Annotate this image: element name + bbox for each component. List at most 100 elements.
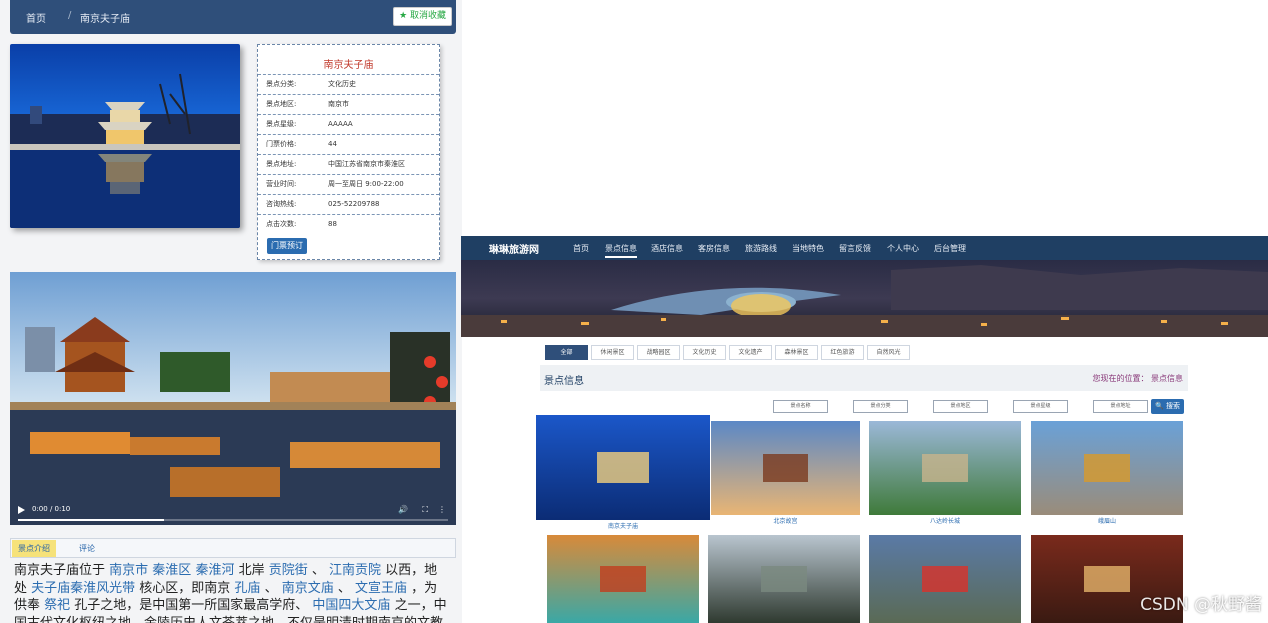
intro-text: 核心区，即南京 [135, 580, 235, 596]
intro-link[interactable]: 贡院街 [269, 563, 308, 578]
search-button[interactable]: 🔍 搜索 [1151, 399, 1184, 414]
search-input[interactable]: 景点名称 [773, 400, 828, 413]
intro-link[interactable]: 中国四大文庙 [312, 598, 390, 613]
intro-text: 南京夫子庙位于 [14, 563, 110, 578]
play-icon[interactable] [18, 506, 25, 514]
filter-button[interactable]: 文化遗产 [729, 345, 772, 360]
unfavorite-button[interactable]: ★ 取消收藏 [393, 7, 452, 26]
intro-link[interactable]: 秦淮河 [195, 563, 234, 578]
attraction-card-label[interactable]: 峨眉山 [1031, 516, 1183, 525]
info-value: 44 [328, 140, 337, 148]
intro-text: 、 [307, 563, 330, 578]
intro-link[interactable]: 南京市 [109, 563, 148, 578]
info-row: 点击次数: 88 [258, 214, 439, 234]
info-row: 营业时间: 周一至周日 9:00-22:00 [258, 174, 439, 194]
attraction-card[interactable] [869, 421, 1021, 515]
intro-link[interactable]: 文宣王庙 [355, 581, 407, 596]
section-title: 景点信息 [544, 376, 584, 387]
intro-link[interactable]: 秦淮区 [152, 563, 191, 578]
info-key: 景点地区: [266, 100, 297, 108]
video-progress-bar[interactable] [18, 519, 448, 521]
book-ticket-button[interactable]: 门票预订 [267, 238, 307, 254]
search-input[interactable]: 景点地区 [933, 400, 988, 413]
info-row: 景点分类: 文化历史 [258, 74, 439, 94]
nav-item[interactable]: 个人中心 [887, 243, 919, 254]
intro-text: 孔子之地，是中国第一所国家最高学府、 [70, 598, 313, 613]
nav-item[interactable]: 客房信息 [698, 243, 730, 254]
intro-link[interactable]: 夫子庙秦淮风光带 [31, 581, 135, 596]
info-value: 中国江苏省南京市秦淮区 [328, 160, 405, 168]
filter-button[interactable]: 文化历史 [683, 345, 726, 360]
attraction-card[interactable] [869, 535, 1021, 623]
filter-button[interactable]: 休闲景区 [591, 345, 634, 360]
breadcrumb-home[interactable]: 首页 [26, 10, 46, 25]
info-key: 景点地址: [266, 160, 297, 168]
current-location: 您现在的位置： 景点信息 [1092, 374, 1183, 383]
attraction-photo [10, 44, 240, 228]
city-banner [461, 260, 1268, 337]
attraction-card-label[interactable]: 八达岭长城 [869, 516, 1021, 525]
attraction-card[interactable] [711, 421, 860, 515]
info-value: 南京市 [328, 100, 349, 108]
fullscreen-icon[interactable]: ⛶ [422, 505, 428, 515]
video-player[interactable]: 0:00 / 0:10 🔊 ⛶ ⋮ [10, 272, 456, 525]
info-key: 咨询热线: [266, 200, 297, 208]
section-header: 景点信息 您现在的位置： 景点信息 [540, 365, 1188, 391]
nav-item[interactable]: 后台管理 [934, 243, 966, 254]
info-value: 88 [328, 220, 337, 228]
info-row: 景点星级: AAAAA [258, 114, 439, 134]
nav-item[interactable]: 当地特色 [792, 243, 824, 254]
nav-item[interactable]: 酒店信息 [651, 243, 683, 254]
info-row: 门票价格: 44 [258, 134, 439, 154]
volume-icon[interactable]: 🔊 [398, 505, 408, 514]
more-options-icon[interactable]: ⋮ [438, 505, 446, 514]
filter-button[interactable]: 森林景区 [775, 345, 818, 360]
info-value: AAAAA [328, 120, 353, 128]
video-time: 0:00 / 0:10 [32, 505, 71, 513]
detail-page: 首页 / 南京夫子庙 ★ 取消收藏 南京夫子庙 景点分类: 文化历史 景点地区:… [0, 0, 462, 623]
info-value: 025-52209788 [328, 200, 380, 208]
search-input[interactable]: 景点地址 [1093, 400, 1148, 413]
attraction-card[interactable] [708, 535, 860, 623]
attraction-introduction: 南京夫子庙位于 南京市 秦淮区 秦淮河 北岸 贡院街 、 江南贡院 以西，地处 … [14, 562, 448, 623]
filter-button[interactable]: 全部 [545, 345, 588, 360]
intro-text: 、 [260, 580, 282, 596]
attraction-card[interactable] [1031, 421, 1183, 515]
intro-link[interactable]: 祭祀 [44, 598, 70, 613]
info-key: 营业时间: [266, 180, 297, 188]
filter-button[interactable]: 战略园区 [637, 345, 680, 360]
intro-link[interactable]: 江南贡院 [329, 563, 381, 578]
info-key: 景点星级: [266, 120, 297, 128]
nav-item[interactable]: 旅游路线 [745, 243, 777, 254]
breadcrumb-separator: / [68, 10, 72, 21]
detail-tabs: 景点介绍 评论 [10, 538, 456, 558]
attraction-info-panel: 南京夫子庙 景点分类: 文化历史景点地区: 南京市景点星级: AAAAA 门票价格: 44… [257, 44, 440, 260]
intro-text: 、 [333, 580, 355, 596]
tab-introduction[interactable]: 景点介绍 [12, 540, 56, 557]
attraction-card[interactable] [547, 535, 699, 623]
info-value: 文化历史 [328, 80, 356, 88]
attraction-card-label[interactable]: 北京故宫 [711, 516, 860, 525]
info-title: 南京夫子庙 [323, 60, 374, 71]
info-row: 景点地址: 中国江苏省南京市秦淮区 [258, 154, 439, 174]
search-input[interactable]: 景点星级 [1013, 400, 1068, 413]
info-row: 景点地区: 南京市 [258, 94, 439, 114]
site-navbar: 琳琳旅游网 首页 景点信息 酒店信息 客房信息 旅游路线 当地特色 留言反馈 个人中心 后台管理 [461, 236, 1268, 260]
intro-link[interactable]: 南京文庙 [282, 581, 334, 596]
attraction-card-label[interactable]: 南京夫子庙 [536, 521, 710, 530]
tab-comments[interactable]: 评论 [73, 540, 101, 557]
filter-button[interactable]: 红色旅游 [821, 345, 864, 360]
video-controls: 0:00 / 0:10 🔊 ⛶ ⋮ [10, 499, 456, 525]
search-input[interactable]: 景点分类 [853, 400, 908, 413]
info-key: 点击次数: [266, 220, 297, 228]
breadcrumb-current: 南京夫子庙 [80, 14, 130, 25]
nav-item[interactable]: 首页 [573, 243, 589, 254]
nav-item[interactable]: 留言反馈 [839, 243, 871, 254]
attraction-card[interactable] [536, 415, 710, 520]
intro-link[interactable]: 孔庙 [234, 581, 260, 596]
info-value: 周一至周日 9:00-22:00 [328, 180, 404, 188]
filter-button[interactable]: 自然风光 [867, 345, 910, 360]
nav-item[interactable]: 景点信息 [605, 243, 637, 258]
site-brand[interactable]: 琳琳旅游网 [489, 241, 539, 256]
info-key: 门票价格: [266, 140, 297, 148]
